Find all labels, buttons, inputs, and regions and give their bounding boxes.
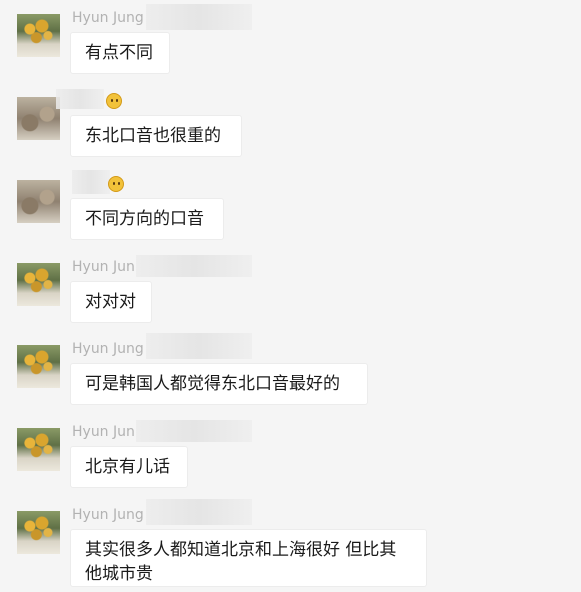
sender-name: Hyun Jung	[72, 507, 144, 523]
avatar[interactable]	[17, 263, 60, 306]
message-bubble[interactable]: 不同方向的口音	[70, 198, 224, 240]
sender-name: Hyun Jung	[72, 10, 144, 26]
redacted-name-blur	[136, 255, 252, 277]
redacted-name-blur	[136, 420, 252, 442]
avatar[interactable]	[17, 180, 60, 223]
message-bubble[interactable]: 北京有儿话	[70, 446, 188, 488]
sender-name: Hyun Jun	[72, 259, 135, 275]
chat-window: Hyun Jung 有点不同 东北口音也很重的 不同方向的口音 Hyun Jun…	[0, 0, 581, 592]
avatar[interactable]	[17, 345, 60, 388]
sender-name: Hyun Jun	[72, 424, 135, 440]
message-bubble[interactable]: 其实很多人都知道北京和上海很好 但比其 他城市贵	[70, 529, 427, 587]
avatar[interactable]	[17, 511, 60, 554]
message-bubble[interactable]: 对对对	[70, 281, 152, 323]
redacted-name-blur	[72, 170, 110, 194]
avatar[interactable]	[17, 97, 60, 140]
message-bubble[interactable]: 有点不同	[70, 32, 170, 74]
redacted-name-blur	[146, 499, 252, 525]
avatar[interactable]	[17, 428, 60, 471]
smiley-emoji-icon	[108, 176, 124, 192]
redacted-name-blur	[56, 89, 104, 109]
redacted-name-blur	[146, 4, 252, 30]
smiley-emoji-icon	[106, 93, 122, 109]
sender-name: Hyun Jung	[72, 341, 144, 357]
avatar[interactable]	[17, 14, 60, 57]
message-bubble[interactable]: 可是韩国人都觉得东北口音最好的	[70, 363, 368, 405]
redacted-name-blur	[146, 333, 252, 359]
message-bubble[interactable]: 东北口音也很重的	[70, 115, 242, 157]
